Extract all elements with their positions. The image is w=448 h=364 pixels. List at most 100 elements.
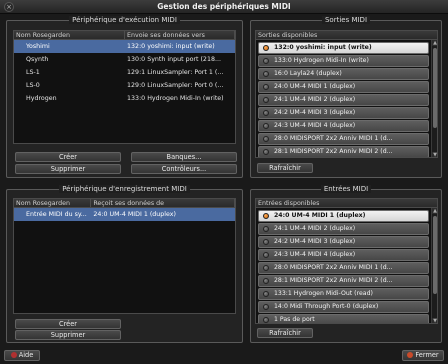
led-icon bbox=[263, 71, 269, 77]
led-icon bbox=[263, 213, 269, 219]
scroll-up-icon[interactable]: ▲ bbox=[432, 40, 437, 46]
output-label: 28:1 MIDISPORT 2x2 Anniv MIDI 2 (d... bbox=[274, 148, 393, 155]
led-icon bbox=[263, 136, 269, 142]
input-label: 24:2 UM-4 MIDI 3 (duplex) bbox=[274, 238, 356, 245]
output-item[interactable]: 132:0 yoshimi: input (write) bbox=[258, 42, 429, 54]
recording-device-tree[interactable]: Nom Rosegarden Reçoit ses données de Ent… bbox=[13, 198, 236, 314]
inputs-refresh-button[interactable]: Rafraîchir bbox=[257, 328, 313, 338]
recording-device-group: Périphérique d'enregistrement MIDI Nom R… bbox=[6, 185, 243, 343]
column-header-name[interactable]: Nom Rosegarden bbox=[14, 199, 92, 207]
outputs-group-label: Sorties MIDI bbox=[321, 16, 371, 24]
input-item[interactable]: 1 Pas de port bbox=[258, 314, 429, 323]
output-item[interactable]: 28:1 MIDISPORT 2x2 Anniv MIDI 2 (d... bbox=[258, 146, 429, 157]
close-button[interactable]: Fermer bbox=[402, 350, 444, 361]
midi-inputs-group: Entrées MIDI Entrées disponibles 24:0 UM… bbox=[250, 185, 442, 343]
output-label: 24:0 UM-4 MIDI 1 (duplex) bbox=[274, 83, 356, 90]
row-name: Entrée MIDI du sy... bbox=[26, 211, 87, 218]
outputs-list-header: Sorties disponibles bbox=[256, 31, 437, 40]
output-item[interactable]: 133:0 Hydrogen Midi-In (write) bbox=[258, 55, 429, 67]
input-item[interactable]: 28:1 MIDISPORT 2x2 Anniv MIDI 2 (d... bbox=[258, 275, 429, 287]
input-item[interactable]: 24:3 UM-4 MIDI 4 (duplex) bbox=[258, 249, 429, 261]
recording-row[interactable]: Entrée MIDI du sy... 24:0 UM-4 MIDI 1 (d… bbox=[14, 208, 235, 221]
led-icon bbox=[263, 97, 269, 103]
output-label: 24:3 UM-4 MIDI 4 (duplex) bbox=[274, 122, 356, 129]
column-header-name[interactable]: Nom Rosegarden bbox=[14, 31, 125, 39]
scroll-down-icon[interactable]: ▼ bbox=[432, 152, 437, 157]
input-item[interactable]: 24:2 UM-4 MIDI 3 (duplex) bbox=[258, 236, 429, 248]
row-target: 129:1 LinuxSampler: Port 1 (... bbox=[127, 69, 224, 76]
output-item[interactable]: 28:0 MIDISPORT 2x2 Anniv MIDI 1 (d... bbox=[258, 133, 429, 145]
recording-group-label: Périphérique d'enregistrement MIDI bbox=[59, 185, 190, 193]
row-name: LS-0 bbox=[26, 82, 40, 89]
led-icon bbox=[263, 239, 269, 245]
playback-device-tree[interactable]: Nom Rosegarden Envoie ses données vers Y… bbox=[13, 30, 236, 144]
help-button[interactable]: Aide bbox=[4, 350, 40, 361]
controllers-button[interactable]: Contrôleurs... bbox=[131, 164, 237, 174]
inputs-list[interactable]: Entrées disponibles 24:0 UM-4 MIDI 1 (du… bbox=[255, 198, 438, 324]
outputs-scrollbar[interactable]: ▲ ▼ bbox=[431, 40, 437, 157]
playback-row-yoshimi[interactable]: Yoshimi 132:0 yoshimi: input (write) bbox=[14, 40, 235, 53]
scroll-thumb[interactable] bbox=[433, 48, 437, 128]
output-item[interactable]: 24:2 UM-4 MIDI 3 (duplex) bbox=[258, 107, 429, 119]
playback-delete-button[interactable]: Supprimer bbox=[15, 164, 121, 174]
outputs-list[interactable]: Sorties disponibles 132:0 yoshimi: input… bbox=[255, 30, 438, 158]
row-target: 130:0 Synth input port (218... bbox=[127, 56, 221, 63]
column-header-target[interactable]: Envoie ses données vers bbox=[125, 31, 235, 39]
input-item[interactable]: 133:1 Hydrogen Midi-Out (read) bbox=[258, 288, 429, 300]
column-header-source[interactable]: Reçoit ses données de bbox=[91, 199, 235, 207]
row-name: Hydrogen bbox=[26, 95, 57, 102]
led-icon bbox=[263, 149, 269, 155]
close-icon bbox=[407, 352, 414, 358]
scroll-up-icon[interactable]: ▲ bbox=[432, 208, 437, 214]
output-item[interactable]: 24:3 UM-4 MIDI 4 (duplex) bbox=[258, 120, 429, 132]
row-target: 132:0 yoshimi: input (write) bbox=[127, 43, 215, 50]
led-icon bbox=[263, 304, 269, 310]
led-icon bbox=[263, 278, 269, 284]
row-name: Yoshimi bbox=[26, 43, 50, 50]
input-label: 14:0 Midi Through Port-0 (duplex) bbox=[274, 303, 379, 310]
inputs-list-header: Entrées disponibles bbox=[256, 199, 437, 208]
recording-create-button[interactable]: Créer bbox=[15, 319, 121, 329]
output-item[interactable]: 24:1 UM-4 MIDI 2 (duplex) bbox=[258, 94, 429, 106]
led-icon bbox=[263, 291, 269, 297]
input-item[interactable]: 14:0 Midi Through Port-0 (duplex) bbox=[258, 301, 429, 313]
input-label: 24:0 UM-4 MIDI 1 (duplex) bbox=[274, 212, 366, 219]
scroll-thumb[interactable] bbox=[433, 216, 437, 294]
led-icon bbox=[263, 58, 269, 64]
playback-device-group: Périphérique d'exécution MIDI Nom Rosega… bbox=[6, 16, 243, 178]
input-label: 24:3 UM-4 MIDI 4 (duplex) bbox=[274, 251, 356, 258]
led-icon bbox=[263, 265, 269, 271]
outputs-refresh-button[interactable]: Rafraîchir bbox=[257, 163, 313, 173]
scroll-down-icon[interactable]: ▼ bbox=[432, 318, 437, 323]
led-icon bbox=[263, 226, 269, 232]
output-label: 28:0 MIDISPORT 2x2 Anniv MIDI 1 (d... bbox=[274, 135, 393, 142]
row-name: LS-1 bbox=[26, 69, 40, 76]
inputs-scrollbar[interactable]: ▲ ▼ bbox=[431, 208, 437, 323]
midi-outputs-group: Sorties MIDI Sorties disponibles 132:0 y… bbox=[250, 16, 442, 178]
output-item[interactable]: 16:0 Layla24 (duplex) bbox=[258, 68, 429, 80]
help-label: Aide bbox=[18, 351, 34, 359]
row-target: 129:0 LinuxSampler: Port 0 (... bbox=[127, 82, 224, 89]
close-label: Fermer bbox=[415, 351, 439, 359]
playback-row-ls1[interactable]: LS-1 129:1 LinuxSampler: Port 1 (... bbox=[14, 66, 235, 79]
led-icon bbox=[263, 252, 269, 258]
playback-row-ls0[interactable]: LS-0 129:0 LinuxSampler: Port 0 (... bbox=[14, 79, 235, 92]
led-icon bbox=[263, 45, 269, 51]
input-label: 133:1 Hydrogen Midi-Out (read) bbox=[274, 290, 373, 297]
playback-create-button[interactable]: Créer bbox=[15, 152, 121, 162]
output-label: 24:1 UM-4 MIDI 2 (duplex) bbox=[274, 96, 356, 103]
input-item[interactable]: 24:1 UM-4 MIDI 2 (duplex) bbox=[258, 223, 429, 235]
playback-row-qsynth[interactable]: Qsynth 130:0 Synth input port (218... bbox=[14, 53, 235, 66]
output-label: 133:0 Hydrogen Midi-In (write) bbox=[274, 57, 369, 64]
input-item[interactable]: 28:0 MIDISPORT 2x2 Anniv MIDI 1 (d... bbox=[258, 262, 429, 274]
window-close-icon[interactable]: × bbox=[4, 2, 14, 12]
recording-delete-button[interactable]: Supprimer bbox=[15, 330, 121, 340]
output-label: 16:0 Layla24 (duplex) bbox=[274, 70, 342, 77]
recording-tree-header: Nom Rosegarden Reçoit ses données de bbox=[14, 199, 235, 208]
input-item[interactable]: 24:0 UM-4 MIDI 1 (duplex) bbox=[258, 210, 429, 222]
output-label: 24:2 UM-4 MIDI 3 (duplex) bbox=[274, 109, 356, 116]
output-label: 132:0 yoshimi: input (write) bbox=[274, 44, 372, 51]
output-item[interactable]: 24:0 UM-4 MIDI 1 (duplex) bbox=[258, 81, 429, 93]
banks-button[interactable]: Banques... bbox=[131, 152, 237, 162]
playback-row-hydrogen[interactable]: Hydrogen 133:0 Hydrogen Midi-In (write) bbox=[14, 92, 235, 105]
